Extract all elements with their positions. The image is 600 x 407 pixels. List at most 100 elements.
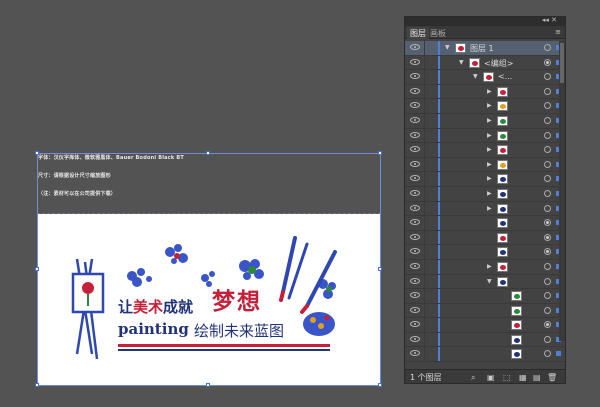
- target-circle-icon[interactable]: [544, 204, 551, 212]
- expand-down-icon[interactable]: ▼: [487, 278, 492, 285]
- target-circle-icon[interactable]: [544, 175, 551, 183]
- lock-column[interactable]: [424, 157, 425, 172]
- layer-row[interactable]: ▶: [405, 128, 565, 144]
- expand-down-icon[interactable]: ▼: [445, 44, 450, 51]
- resize-handle-tl[interactable]: [35, 151, 39, 155]
- layer-row[interactable]: ▶: [405, 157, 565, 173]
- expand-right-icon[interactable]: ▶: [487, 132, 492, 139]
- target-circle-icon[interactable]: [544, 146, 551, 154]
- visibility-eye-icon[interactable]: [410, 350, 420, 357]
- new-sublayer-icon[interactable]: ⬚: [503, 373, 511, 382]
- resize-handle-r[interactable]: [378, 267, 382, 271]
- lock-column[interactable]: [424, 172, 425, 186]
- target-circle-icon[interactable]: [544, 306, 551, 314]
- layer-options-icon[interactable]: ▤: [533, 373, 541, 382]
- resize-handle-bl[interactable]: [35, 383, 39, 387]
- visibility-eye-icon[interactable]: [410, 102, 420, 109]
- visibility-eye-icon[interactable]: [410, 131, 420, 138]
- visibility-eye-icon[interactable]: [410, 219, 420, 226]
- target-circle-icon[interactable]: [544, 262, 551, 270]
- layer-row[interactable]: ▼ 图层 1: [405, 41, 565, 56]
- target-circle-icon[interactable]: [544, 44, 551, 51]
- layer-row[interactable]: ▶: [405, 143, 565, 158]
- layer-row[interactable]: [405, 318, 565, 333]
- visibility-eye-icon[interactable]: [410, 321, 420, 328]
- tab-layers[interactable]: 图层: [407, 27, 429, 40]
- target-circle-icon[interactable]: [544, 73, 551, 81]
- visibility-eye-icon[interactable]: [410, 335, 420, 342]
- clipping-mask-icon[interactable]: ▣: [487, 373, 495, 382]
- visibility-eye-icon[interactable]: [410, 175, 420, 182]
- visibility-eye-icon[interactable]: [410, 277, 420, 284]
- layer-row[interactable]: [405, 216, 565, 231]
- layer-row[interactable]: ▶: [405, 186, 565, 202]
- layer-row[interactable]: ▶: [405, 259, 565, 275]
- lock-column[interactable]: [424, 70, 425, 84]
- layer-row[interactable]: ▶: [405, 172, 565, 187]
- lock-column[interactable]: [424, 41, 425, 55]
- lock-column[interactable]: [424, 230, 425, 245]
- target-circle-icon[interactable]: [544, 102, 551, 110]
- panel-title-bar[interactable]: ◂◂ ✕: [405, 16, 565, 26]
- target-circle-icon[interactable]: [544, 350, 551, 358]
- layer-row[interactable]: ▼ <编组>: [405, 55, 565, 71]
- expand-right-icon[interactable]: ▶: [487, 102, 492, 109]
- layer-row[interactable]: ▶: [405, 84, 565, 100]
- layer-row[interactable]: [405, 245, 565, 260]
- lock-column[interactable]: [424, 186, 425, 201]
- expand-right-icon[interactable]: ▶: [487, 175, 492, 182]
- visibility-eye-icon[interactable]: [410, 248, 420, 255]
- target-circle-icon[interactable]: [544, 335, 551, 343]
- panel-scrollbar[interactable]: [559, 41, 565, 341]
- target-circle-icon[interactable]: [544, 87, 551, 95]
- layer-row[interactable]: [405, 230, 565, 246]
- expand-down-icon[interactable]: ▼: [473, 73, 478, 80]
- lock-column[interactable]: [424, 274, 425, 289]
- target-circle-icon[interactable]: [544, 219, 551, 227]
- layer-row[interactable]: ▼: [405, 274, 565, 290]
- lock-column[interactable]: [424, 201, 425, 216]
- lock-column[interactable]: [424, 113, 425, 128]
- lock-column[interactable]: [424, 128, 425, 143]
- expand-right-icon[interactable]: ▶: [487, 205, 492, 212]
- layer-row[interactable]: [405, 332, 565, 348]
- lock-column[interactable]: [424, 289, 425, 303]
- layer-row[interactable]: ▼ <...: [405, 70, 565, 85]
- lock-column[interactable]: [424, 84, 425, 99]
- panel-scrollbar-thumb[interactable]: [560, 43, 564, 83]
- target-circle-icon[interactable]: [544, 189, 551, 197]
- expand-right-icon[interactable]: ▶: [487, 146, 492, 153]
- visibility-eye-icon[interactable]: [410, 146, 420, 153]
- lock-column[interactable]: [424, 55, 425, 70]
- lock-column[interactable]: [424, 347, 425, 362]
- visibility-eye-icon[interactable]: [410, 116, 420, 123]
- target-circle-icon[interactable]: [544, 277, 551, 285]
- visibility-eye-icon[interactable]: [410, 58, 420, 65]
- layer-name[interactable]: <...: [498, 72, 512, 81]
- lock-column[interactable]: [424, 99, 425, 113]
- target-circle-icon[interactable]: [544, 160, 551, 168]
- panel-menu-icon[interactable]: ≡: [555, 28, 561, 36]
- resize-handle-b[interactable]: [206, 383, 210, 387]
- layer-row[interactable]: [405, 289, 565, 304]
- layer-row[interactable]: [405, 303, 565, 319]
- layer-row[interactable]: ▶: [405, 99, 565, 114]
- visibility-eye-icon[interactable]: [410, 262, 420, 269]
- lock-column[interactable]: [424, 259, 425, 274]
- resize-handle-t[interactable]: [206, 151, 210, 155]
- visibility-eye-icon[interactable]: [410, 292, 420, 299]
- visibility-eye-icon[interactable]: [410, 204, 420, 211]
- target-circle-icon[interactable]: [544, 58, 551, 66]
- expand-right-icon[interactable]: ▶: [487, 117, 492, 124]
- selection-indicator[interactable]: [556, 351, 561, 357]
- visibility-eye-icon[interactable]: [410, 73, 420, 80]
- trash-icon[interactable]: 🗑: [547, 373, 557, 382]
- layer-name[interactable]: 图层 1: [470, 43, 494, 54]
- visibility-eye-icon[interactable]: [410, 306, 420, 313]
- resize-handle-tr[interactable]: [378, 151, 382, 155]
- target-circle-icon[interactable]: [544, 248, 551, 256]
- resize-handle-br[interactable]: [378, 383, 382, 387]
- target-circle-icon[interactable]: [544, 292, 551, 300]
- visibility-eye-icon[interactable]: [410, 233, 420, 240]
- expand-right-icon[interactable]: ▶: [487, 161, 492, 168]
